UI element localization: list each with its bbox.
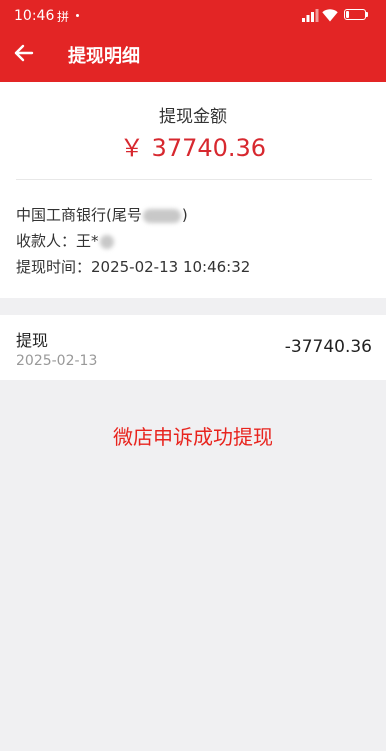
page-title: 提现明细 [68,46,140,67]
transaction-title: 提现 [16,331,49,350]
battery-level: 17 [349,10,361,19]
transaction-date: 2025-02-13 [16,353,98,369]
divider [16,179,372,180]
payee-name: 收款人：王* [16,232,99,250]
transaction-row[interactable]: 提现 2025-02-13 -37740.36 [0,315,386,380]
bank-suffix: ) [181,206,188,224]
payee-line: 收款人：王* [16,230,115,251]
status-bar: 10:46 拼 17 [0,0,386,32]
bank-name: 中国工商银行(尾号 [16,206,142,224]
signal-icon [302,9,319,22]
overlay-caption: 微店申诉成功提现 [113,425,273,449]
status-time: 10:46 [14,8,55,24]
bank-account-line: 中国工商银行(尾号) [16,204,188,225]
app-header: 10:46 拼 17 提现明细 [0,0,386,82]
arrow-left-icon [14,44,34,62]
notification-icon: 拼 [57,10,70,24]
back-button[interactable] [6,38,42,68]
withdrawal-summary-card: 提现金额 ￥ 37740.36 中国工商银行(尾号) 收款人：王* 提现时间：2… [0,82,386,298]
amount-value: ￥ 37740.36 [119,134,267,162]
wifi-icon [322,9,338,22]
redacted-mask [99,234,114,249]
withdraw-time: 提现时间：2025-02-13 10:46:32 [16,258,251,276]
redacted-mask [142,208,181,223]
notification-dot-icon [76,14,79,17]
battery-tip [366,12,368,17]
battery-icon: 17 [344,9,366,20]
amount-label: 提现金额 [159,107,227,127]
transaction-amount: -37740.36 [284,337,372,357]
